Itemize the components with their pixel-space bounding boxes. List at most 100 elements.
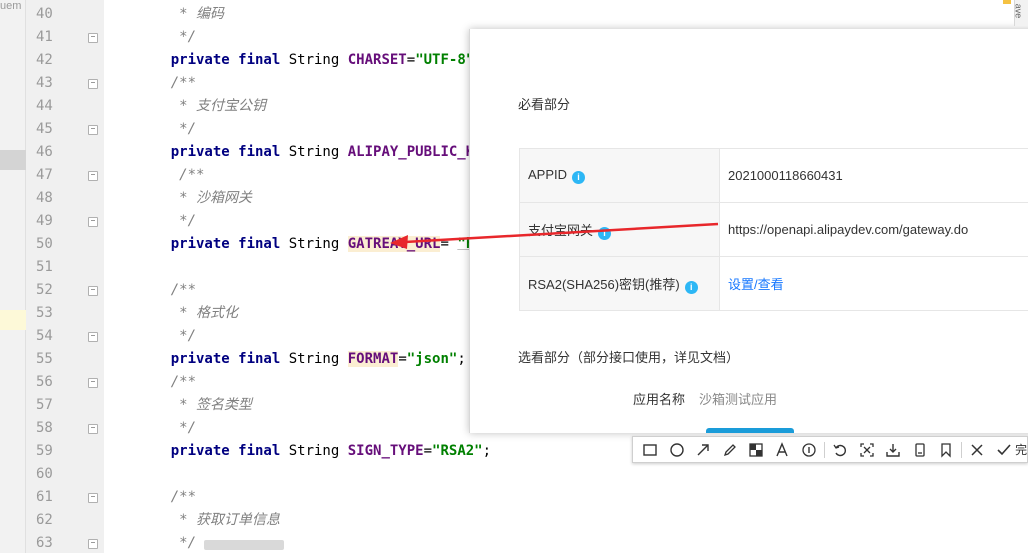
pencil-icon[interactable] [716,437,742,462]
code-token: * 支付宝公钥 [137,98,267,114]
side-tab-label: ave [1013,3,1024,19]
code-token: /** [137,282,197,298]
line-number: 47 [36,167,53,183]
line-number: 60 [36,466,53,482]
code-token: FORMAT [347,351,399,367]
fold-marker-icon[interactable] [88,171,98,181]
code-token: */ [137,420,197,436]
info-icon[interactable]: i [572,171,586,184]
fold-marker-icon[interactable] [88,217,98,227]
fold-marker-icon[interactable] [88,33,98,43]
line-number: 41 [36,29,53,45]
code-token: /** [137,489,197,505]
alipay-sandbox-panel: 必看部分 APPID i 2021000118660431 支付宝网关 i http… [469,29,1028,433]
code-token: */ [137,121,197,137]
rsa2-key-link[interactable]: 设置/查看 [728,277,784,292]
code-token: */ [137,29,197,45]
text-icon[interactable] [769,437,795,462]
line-number: 57 [36,397,53,413]
code-token: ; [457,351,466,367]
code-token: /** [137,75,197,91]
code-token: */ [137,213,197,229]
line-number: 50 [36,236,53,252]
code-token: = [423,443,433,459]
code-line: /** [137,72,196,95]
line-number: 48 [36,190,53,206]
code-line: /** [137,371,196,394]
bookmark-icon[interactable] [933,437,959,462]
done-label[interactable]: 完 [1015,441,1027,458]
code-token: private final [137,351,289,367]
arrow-icon[interactable] [690,437,716,462]
info-icon[interactable]: i [684,280,698,294]
undo-icon[interactable] [827,437,853,462]
code-line: private final String GATREAY_URL= "ht [137,233,483,256]
line-number: 63 [36,535,53,551]
required-section-title: 必看部分 [518,97,571,112]
toolbar-separator [824,441,826,458]
info-icon[interactable]: i [598,226,612,240]
fold-marker-icon[interactable] [88,424,98,434]
fold-marker-icon[interactable] [88,378,98,388]
line-number: 53 [36,305,53,321]
app-name-value: 沙箱测试应用 [699,392,778,407]
code-token: private final [137,236,289,252]
fold-marker-icon[interactable] [88,79,98,89]
fold-marker-icon[interactable] [88,332,98,342]
code-line: */ [137,118,196,141]
code-token: */ [137,328,197,344]
optional-section-title: 选看部分（部分接口使用，详见文档） [518,350,740,365]
code-line: */ [137,26,196,49]
code-token: String [288,351,348,367]
code-token: */ [137,535,197,551]
ellipse-icon[interactable] [663,437,689,462]
horizontal-scrollbar[interactable] [204,540,284,550]
code-line: * 沙箱网关 [137,187,252,210]
code-line: /** [137,279,196,302]
notification-marker [1003,0,1011,4]
check-icon[interactable] [991,437,1017,462]
toolbar-separator [961,441,963,458]
code-line: */ [137,532,196,553]
fold-marker-icon[interactable] [88,286,98,296]
line-number: 55 [36,351,53,367]
appid-label: APPID [528,167,568,182]
side-tool-window-tab[interactable]: ave [1014,0,1028,26]
number-icon[interactable] [796,437,822,462]
line-number: 42 [36,52,53,68]
line-number: 52 [36,282,53,298]
code-token: String [288,52,348,68]
code-token: "json" [406,351,458,367]
code-line: * 格式化 [137,302,238,325]
code-token: ; [482,443,492,459]
pin-icon[interactable] [906,437,932,462]
code-token: CHARSET [347,52,407,68]
code-line: * 签名类型 [137,394,252,417]
code-line: */ [137,417,196,440]
fold-marker-icon[interactable] [88,539,98,549]
line-number: 51 [36,259,53,275]
crop-icon[interactable] [853,437,879,462]
code-line: private final String FORMAT="json"; [137,348,466,371]
code-line: private final String ALIPAY_PUBLIC_KE [137,141,483,164]
screenshot-toolbar: 完 [632,436,1028,463]
line-number: 56 [36,374,53,390]
code-token: private final [137,52,289,68]
code-line: * 支付宝公钥 [137,95,266,118]
line-number: 61 [36,489,53,505]
appid-value: 2021000118660431 [719,148,1028,203]
code-token: /** [137,167,205,183]
app-name-label: 应用名称 [633,392,686,407]
close-icon[interactable] [964,437,990,462]
fold-marker-icon[interactable] [88,493,98,503]
mosaic-icon[interactable] [743,437,769,462]
code-line: /** [137,164,204,187]
code-line: private final String CHARSET="UTF-8";置 [137,49,497,72]
download-icon[interactable] [880,437,906,462]
rectangle-icon[interactable] [637,437,663,462]
code-line: /** [137,486,196,509]
fold-marker-icon[interactable] [88,125,98,135]
code-token: SIGN_TYPE [347,443,424,459]
current-line-marker [0,310,26,330]
gateway-label: 支付宝网关 [528,222,594,238]
